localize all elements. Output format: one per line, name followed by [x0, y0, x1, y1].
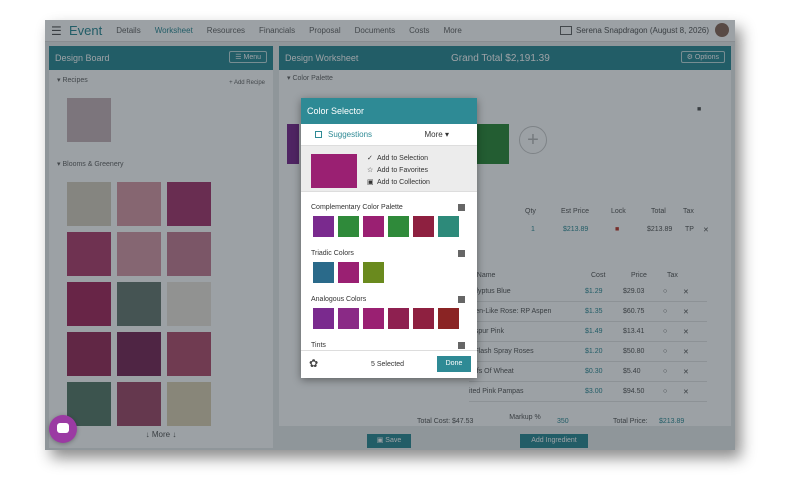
- color-swatch[interactable]: [338, 216, 359, 237]
- add-to-collection-label: Add to Collection: [377, 178, 430, 186]
- collapse-icon[interactable]: [458, 250, 465, 257]
- color-swatch[interactable]: [338, 262, 359, 283]
- color-swatch[interactable]: [313, 262, 334, 283]
- add-to-selection-button[interactable]: ✓ Add to Selection: [367, 154, 428, 163]
- color-swatch[interactable]: [363, 216, 384, 237]
- palette-title: Triadic Colors: [311, 250, 354, 257]
- color-swatch[interactable]: [338, 308, 359, 329]
- tab-more[interactable]: More ▾: [425, 130, 449, 139]
- palette-title: Analogous Colors: [311, 296, 367, 303]
- modal-footer: ✿ 5 Selected Done: [301, 350, 477, 378]
- chat-bubble-icon: [57, 423, 69, 433]
- color-selector-modal: Color Selector Suggestions More ▾ ✓ Add t…: [301, 98, 477, 378]
- palette-bag-icon[interactable]: ✿: [309, 357, 318, 370]
- tab-more-label: More: [424, 130, 443, 139]
- suggestions-icon: [315, 131, 322, 138]
- color-selector-title: Color Selector: [301, 98, 477, 124]
- add-to-favorites-label: Add to Favorites: [377, 166, 428, 174]
- collapse-icon[interactable]: [458, 342, 465, 349]
- chat-button[interactable]: [49, 415, 77, 443]
- collapse-icon[interactable]: [458, 296, 465, 303]
- palette-title: Tints: [311, 342, 326, 349]
- color-swatch[interactable]: [413, 216, 434, 237]
- current-color-box: ✓ Add to Selection ☆ Add to Favorites ▣ Add…: [301, 146, 477, 192]
- collection-icon: ▣: [367, 179, 374, 186]
- color-swatch[interactable]: [413, 308, 434, 329]
- current-color-swatch: [311, 154, 357, 188]
- collapse-icon[interactable]: [458, 204, 465, 211]
- selected-count: 5 Selected: [371, 361, 405, 368]
- add-to-favorites-button[interactable]: ☆ Add to Favorites: [367, 166, 428, 175]
- add-to-collection-button[interactable]: ▣ Add to Collection: [367, 178, 430, 187]
- tab-suggestions[interactable]: Suggestions: [315, 130, 372, 139]
- palette-list[interactable]: Complementary Color Palette Triadic Colo…: [301, 194, 477, 350]
- color-swatch[interactable]: [438, 216, 459, 237]
- palette-title: Complementary Color Palette: [311, 204, 403, 211]
- color-swatch[interactable]: [438, 308, 459, 329]
- tab-suggestions-label: Suggestions: [328, 130, 373, 139]
- add-to-selection-label: Add to Selection: [377, 154, 428, 162]
- color-swatch[interactable]: [363, 262, 384, 283]
- color-swatch[interactable]: [363, 308, 384, 329]
- color-swatch[interactable]: [388, 308, 409, 329]
- color-selector-tabs: Suggestions More ▾: [301, 124, 477, 146]
- star-icon: ☆: [367, 167, 374, 174]
- color-swatch[interactable]: [388, 216, 409, 237]
- done-button[interactable]: Done: [437, 356, 471, 372]
- color-swatch[interactable]: [313, 216, 334, 237]
- check-icon: ✓: [367, 155, 373, 162]
- color-swatch[interactable]: [313, 308, 334, 329]
